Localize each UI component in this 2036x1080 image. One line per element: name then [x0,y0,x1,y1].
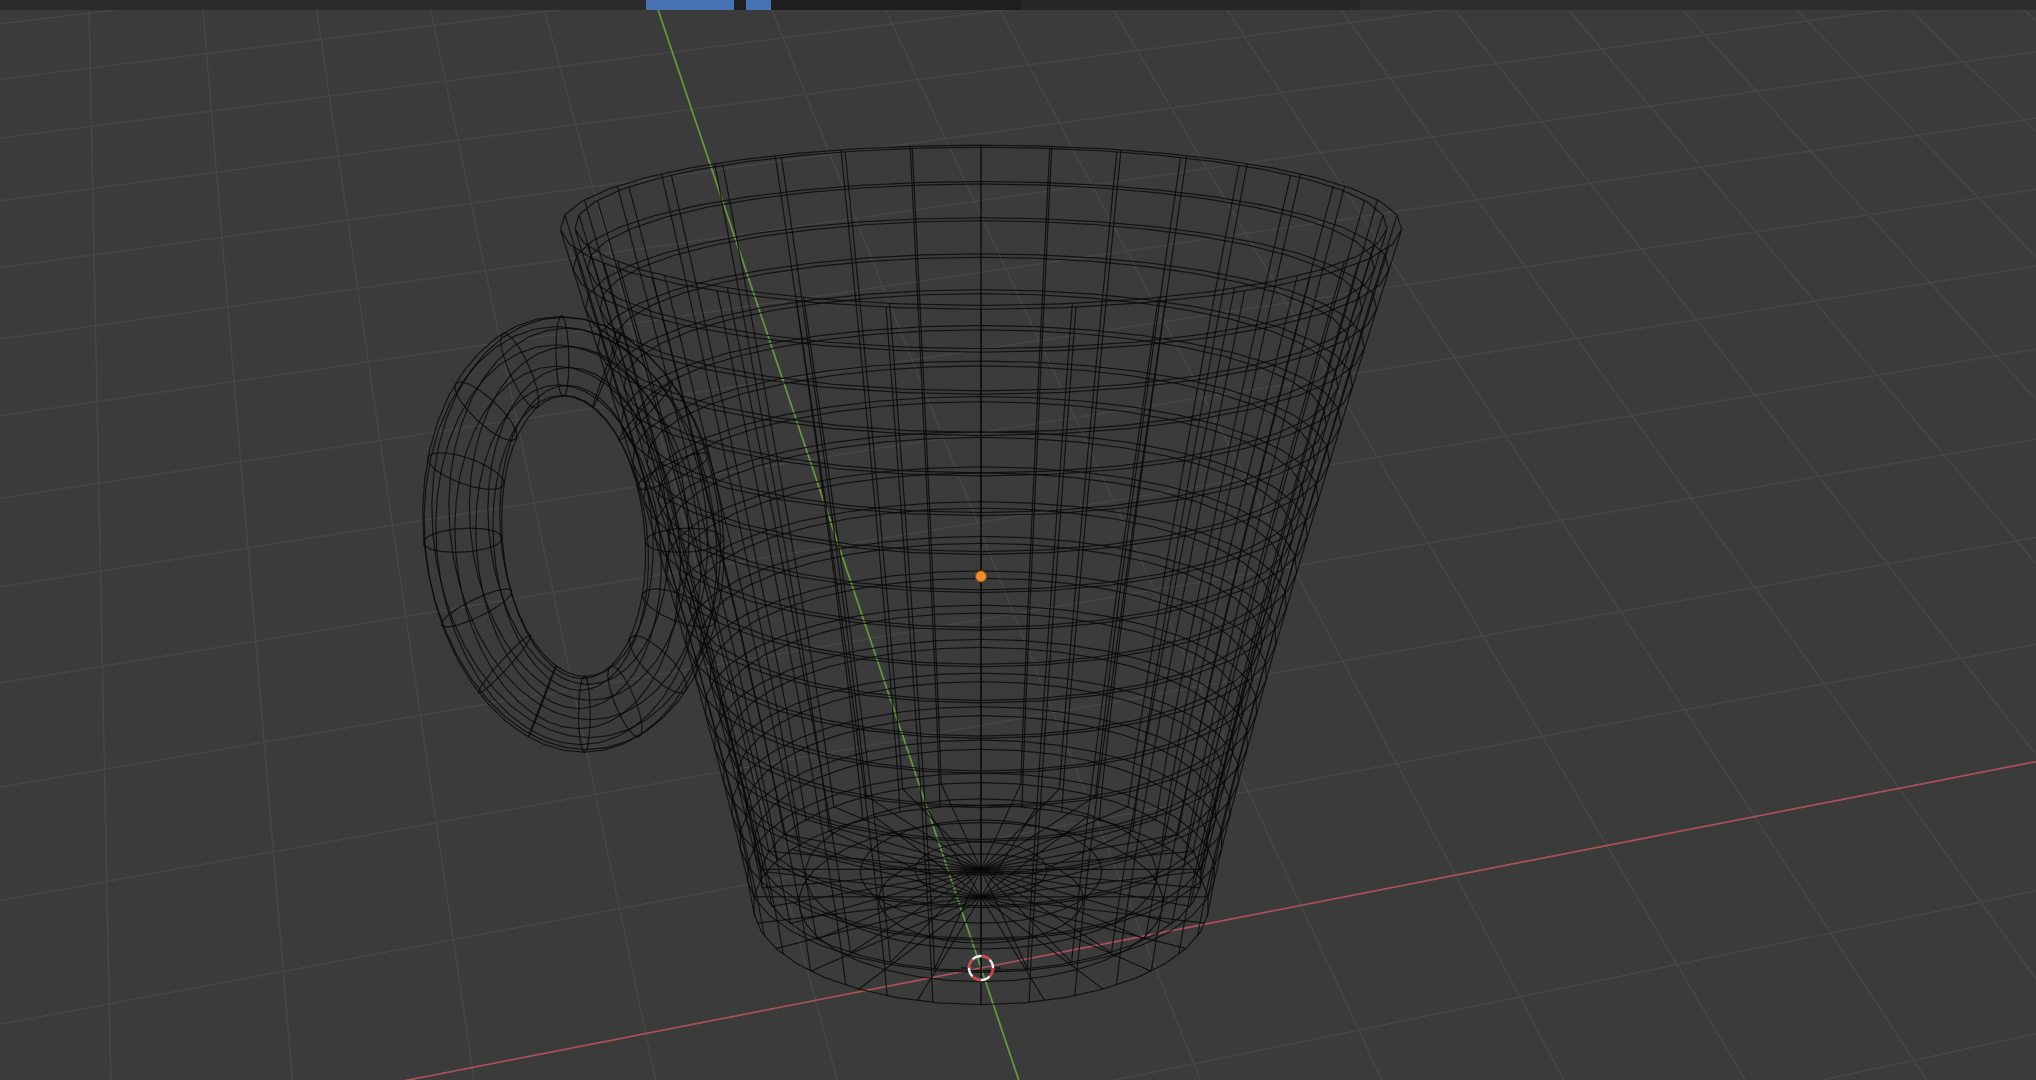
topbar-blue-small[interactable] [746,0,771,10]
topbar-mid-strip [1021,0,1360,10]
blender-window [0,0,2036,1080]
viewport-3d[interactable] [0,0,2036,1080]
topbar-gap [734,0,746,10]
topbar-blue-tab[interactable] [646,0,734,10]
topbar-right-strip [1360,0,2036,10]
top-bar-sliver [0,0,2036,10]
topbar-dark-strip [771,0,1021,10]
object-origin-dot[interactable] [975,570,987,583]
topbar-left-strip [0,0,646,10]
viewport-background [0,0,2036,1080]
